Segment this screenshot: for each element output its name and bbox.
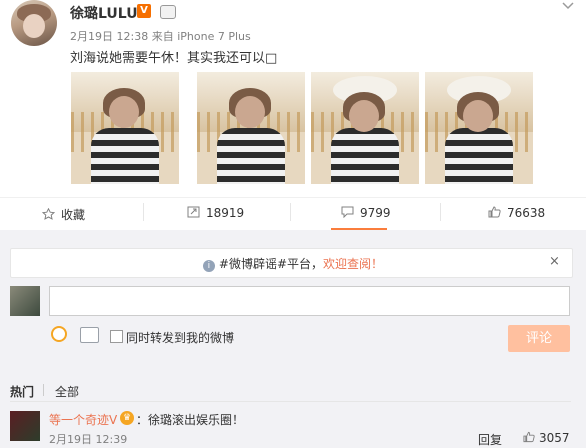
comment-text: ：徐璐滚出娱乐圈！ bbox=[136, 413, 245, 427]
comment-tab-underline bbox=[331, 228, 387, 230]
commenter-name[interactable]: 等一个奇迹V bbox=[49, 411, 117, 428]
comment-input[interactable] bbox=[49, 286, 570, 316]
star-icon bbox=[41, 207, 56, 220]
member-icon bbox=[160, 5, 176, 19]
repost-count: 18919 bbox=[206, 206, 245, 220]
emoji-icon[interactable] bbox=[51, 326, 67, 342]
comment-like-count: 3057 bbox=[539, 431, 570, 445]
submit-comment-button[interactable]: 评论 bbox=[508, 325, 570, 352]
thumbs-up-icon bbox=[523, 431, 535, 443]
post-meta: 2月19日 12:38 来自 iPhone 7 Plus bbox=[70, 28, 251, 44]
post-text: 刘海说她需要午休！其实我还可以□ bbox=[70, 51, 278, 66]
author-avatar[interactable] bbox=[11, 0, 57, 46]
my-avatar[interactable] bbox=[10, 286, 40, 316]
tabs-divider bbox=[10, 401, 571, 402]
tab-all[interactable]: 全部 bbox=[55, 383, 79, 400]
repost-checkbox-label[interactable]: 同时转发到我的微博 bbox=[126, 329, 234, 346]
tab-divider bbox=[43, 384, 44, 396]
verified-badge-icon: V bbox=[137, 4, 151, 18]
post-photo[interactable] bbox=[311, 72, 419, 184]
post-photo[interactable] bbox=[197, 72, 305, 184]
like-button[interactable]: 76638 bbox=[488, 206, 545, 220]
notice-text[interactable]: i #微博辟谣#平台，欢迎查阅！ bbox=[0, 255, 586, 272]
reply-button[interactable]: 回复 bbox=[478, 431, 502, 448]
comment-icon bbox=[341, 206, 354, 219]
repost-checkbox[interactable] bbox=[110, 330, 123, 343]
notice-prefix: #微博辟谣#平台， bbox=[218, 257, 324, 271]
action-divider bbox=[440, 203, 441, 221]
thumbs-up-icon bbox=[488, 206, 501, 218]
like-count: 76638 bbox=[507, 206, 546, 220]
via-device[interactable]: iPhone 7 Plus bbox=[177, 30, 251, 43]
via-prefix: 来自 bbox=[151, 30, 174, 43]
repost-icon bbox=[187, 206, 200, 218]
image-icon[interactable] bbox=[80, 327, 99, 343]
comment-like-button[interactable]: 3057 bbox=[523, 431, 570, 445]
comment-button[interactable]: 9799 bbox=[341, 206, 391, 220]
comment-time: 2月19日 12:39 bbox=[49, 433, 128, 446]
tab-hot[interactable]: 热门 bbox=[10, 383, 34, 400]
chevron-down-icon[interactable] bbox=[561, 0, 575, 12]
notice-link[interactable]: 欢迎查阅！ bbox=[323, 257, 383, 271]
post-photo[interactable] bbox=[71, 72, 179, 184]
close-icon[interactable]: × bbox=[549, 254, 560, 269]
action-divider bbox=[143, 203, 144, 221]
author-name[interactable]: 徐璐LULU bbox=[70, 3, 138, 23]
comment-count: 9799 bbox=[360, 206, 391, 220]
member-badge-icon: ♛ bbox=[120, 411, 134, 425]
favorite-label: 收藏 bbox=[61, 208, 86, 222]
repost-button[interactable]: 18919 bbox=[187, 206, 244, 220]
info-icon: i bbox=[202, 260, 215, 272]
action-divider bbox=[290, 203, 291, 221]
commenter-avatar[interactable] bbox=[10, 411, 40, 441]
post-photo[interactable] bbox=[425, 72, 533, 184]
favorite-button[interactable]: 收藏 bbox=[41, 206, 86, 223]
post-date[interactable]: 2月19日 12:38 bbox=[70, 30, 148, 43]
